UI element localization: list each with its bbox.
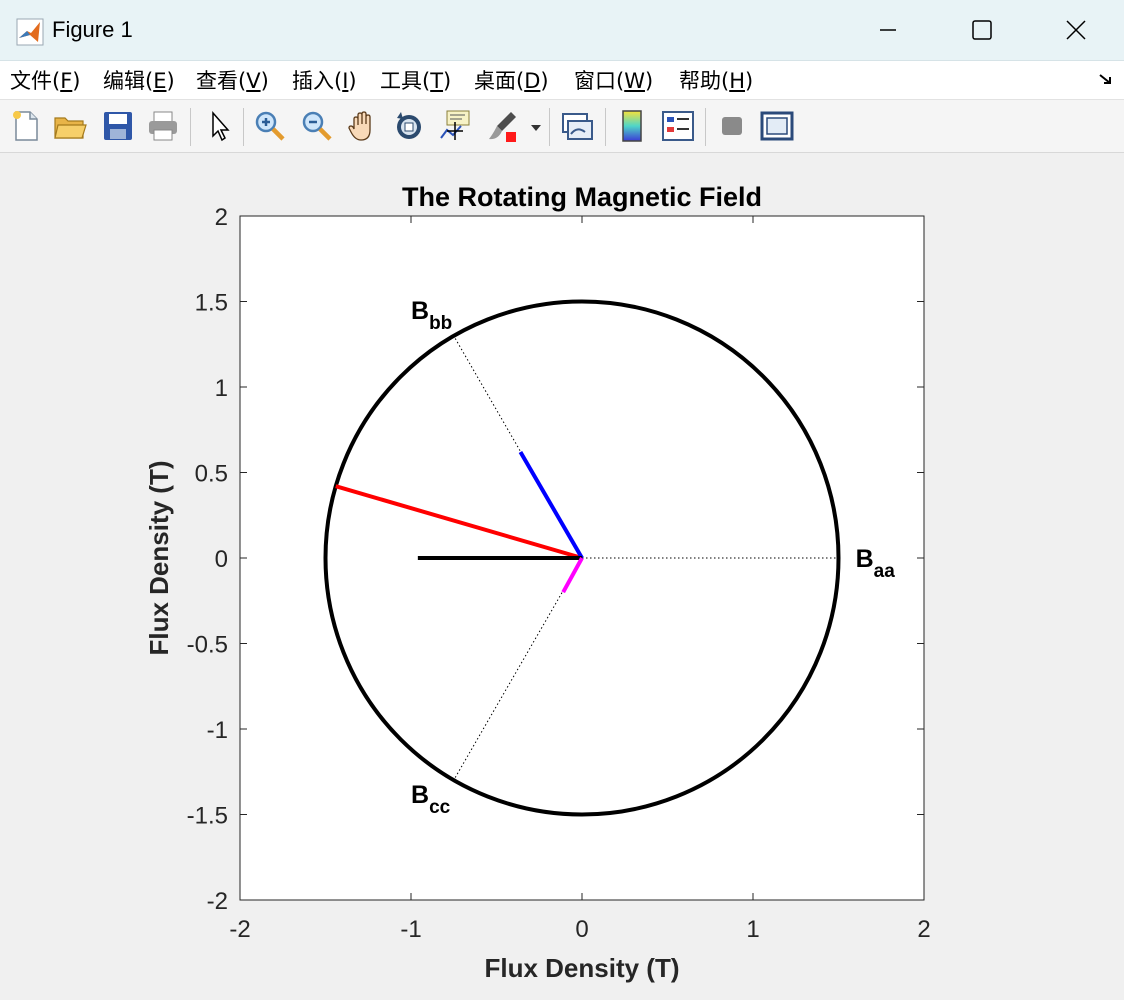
- y-tick-label: -2: [207, 888, 228, 915]
- menu-insert[interactable]: 插入(I): [292, 65, 357, 95]
- figure-canvas: -2 -1 0 1 2 2 1.5 1 0.5 0 -0.5 -1 -1.5 -2 Baa Bbb Bcc Th…: [0, 153, 1124, 995]
- chart-svg: -2 -1 0 1 221.510.50-0.5-1-1.5-2BaaBbbBcc Th…: [144, 182, 931, 983]
- chart-title: The Rotating Magnetic Field: [402, 182, 762, 212]
- y-tick-label: 1: [215, 375, 228, 402]
- minimize-icon: [880, 29, 896, 31]
- x-tick-label: 0: [575, 916, 588, 943]
- toolbar-separator: [190, 108, 191, 146]
- zoom-out-icon[interactable]: [299, 108, 335, 144]
- new-file-icon[interactable]: [8, 108, 44, 144]
- toolbar-separator: [549, 108, 550, 146]
- y-tick-label: 2: [215, 204, 228, 231]
- pan-hand-icon[interactable]: [345, 108, 381, 144]
- menu-desktop[interactable]: 桌面(D): [474, 65, 549, 95]
- maximize-icon: [972, 20, 992, 40]
- brush-dropdown-icon[interactable]: [528, 108, 544, 144]
- zoom-in-icon[interactable]: [252, 108, 288, 144]
- minimize-button[interactable]: [842, 0, 934, 60]
- menu-bar: 文件(F) 编辑(E) 查看(V) 插入(I) 工具(T) 桌面(D) 窗口(W…: [0, 61, 1124, 100]
- menu-view[interactable]: 查看(V): [196, 65, 269, 95]
- y-tick-label: 0.5: [195, 461, 228, 488]
- open-folder-icon[interactable]: [52, 108, 88, 144]
- legend-icon[interactable]: [660, 108, 696, 144]
- print-icon[interactable]: [145, 108, 181, 144]
- x-tick-label: 2: [917, 916, 930, 943]
- rotate-3d-icon[interactable]: [391, 108, 427, 144]
- x-tick-label: 1: [746, 916, 759, 943]
- toolbar-separator: [243, 108, 244, 146]
- colorbar-icon[interactable]: [614, 108, 650, 144]
- pointer-icon[interactable]: [202, 108, 238, 144]
- menu-file[interactable]: 文件(F): [10, 65, 81, 95]
- y-tick-label: 1.5: [195, 290, 228, 317]
- y-tick-label: 0: [215, 546, 228, 573]
- brush-icon[interactable]: [484, 108, 520, 144]
- x-axis-label: Flux Density (T): [484, 953, 679, 983]
- hide-plot-tools-icon[interactable]: [714, 108, 750, 144]
- show-plot-tools-icon[interactable]: [759, 108, 795, 144]
- link-plot-icon[interactable]: [559, 108, 595, 144]
- y-tick-label: -0.5: [187, 632, 228, 659]
- close-icon: [1066, 20, 1086, 40]
- save-icon[interactable]: [100, 108, 136, 144]
- y-tick-label: -1.5: [187, 803, 228, 830]
- x-tick-label: -1: [400, 916, 421, 943]
- menu-window[interactable]: 窗口(W): [574, 65, 653, 95]
- y-tick-label: -1: [207, 717, 228, 744]
- window-title: Figure 1: [52, 17, 133, 42]
- dock-arrow-icon[interactable]: [1098, 73, 1114, 87]
- menu-help[interactable]: 帮助(H): [679, 65, 753, 95]
- y-axis-label: Flux Density (T): [144, 460, 174, 655]
- maximize-button[interactable]: [936, 0, 1028, 60]
- menu-edit[interactable]: 编辑(E): [103, 65, 175, 95]
- matlab-logo-icon: [16, 18, 44, 46]
- x-tick-label: -2: [229, 916, 250, 943]
- close-button[interactable]: [1030, 0, 1122, 60]
- figure-window: Figure 1 文件(F) 编辑(E) 查看(V) 插入(I) 工具(T) 桌…: [0, 0, 1124, 995]
- title-bar: Figure 1: [0, 0, 1124, 61]
- menu-tools[interactable]: 工具(T): [380, 65, 451, 95]
- toolbar-separator: [605, 108, 606, 146]
- toolbar: [0, 100, 1124, 153]
- toolbar-separator: [705, 108, 706, 146]
- data-cursor-icon[interactable]: [437, 108, 473, 144]
